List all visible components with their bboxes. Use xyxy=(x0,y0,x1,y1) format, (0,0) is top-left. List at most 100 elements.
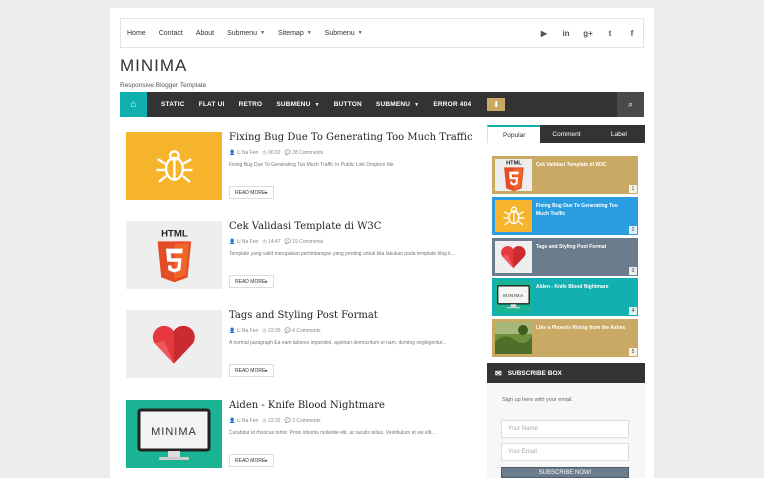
post-title[interactable]: Tags and Styling Post Format xyxy=(229,310,378,321)
popular-title: Aiden - Knife Blood Nightmare xyxy=(536,284,609,290)
post-item: Fixing Bug Due To Generating Too Much Tr… xyxy=(126,132,476,206)
top-nav-label: Home xyxy=(127,29,146,37)
main-nav-item[interactable]: FLAT UI xyxy=(199,101,225,108)
subscribe-heading: ✉ SUBSCRIBE BOX xyxy=(487,363,645,383)
tab-comment[interactable]: Comment xyxy=(540,125,593,143)
post-thumbnail[interactable]: HTML xyxy=(126,221,222,289)
caret-down-icon: ▼ xyxy=(306,30,312,36)
googleplus-icon[interactable]: g+ xyxy=(583,29,593,38)
subscribe-text: Sign up here with your email. xyxy=(502,397,573,403)
post-excerpt: Curabitur id rhoncus tortor. Proin lobor… xyxy=(229,430,436,436)
facebook-icon[interactable]: f xyxy=(627,29,637,38)
top-nav-item[interactable]: Submenu ▼ xyxy=(227,30,265,37)
post-thumbnail[interactable] xyxy=(126,310,222,378)
top-nav-label: Submenu xyxy=(324,29,355,37)
download-button[interactable]: ⬇ xyxy=(487,98,506,111)
post-title[interactable]: Cek Validasi Template di W3C xyxy=(229,221,381,232)
popular-title: Cek Validasi Template di W3C xyxy=(536,162,607,168)
main-nav-label: BUTTON xyxy=(333,101,362,108)
popular-title: Tags and Styling Post Format xyxy=(536,244,607,250)
caret-down-icon: ▼ xyxy=(414,101,420,108)
page-container: Home Contact About Submenu ▼ Sitemap ▼ Submenu ▼… xyxy=(110,8,654,478)
top-nav-item[interactable]: About xyxy=(196,30,214,37)
social-links: ▶ in g+ t f xyxy=(527,29,643,38)
top-nav-item[interactable]: Submenu ▼ xyxy=(325,30,363,37)
name-field[interactable]: Your Name xyxy=(501,420,629,438)
site-title[interactable]: MINIMA xyxy=(120,56,206,76)
top-nav-item[interactable]: Sitemap ▼ xyxy=(278,30,312,37)
subscribe-box: ✉ SUBSCRIBE BOX Sign up here with your e… xyxy=(487,363,645,478)
post-time: ◷ 22:32 xyxy=(262,418,281,424)
popular-rank: 3 xyxy=(629,267,637,275)
brand: MINIMA Responsive Blogger Template xyxy=(120,56,206,89)
linkedin-icon[interactable]: in xyxy=(561,29,571,38)
popular-rank: 1 xyxy=(629,185,637,193)
main-nav-label: STATIC xyxy=(161,101,185,108)
youtube-icon[interactable]: ▶ xyxy=(539,29,549,38)
popular-thumbnail xyxy=(495,200,532,232)
post-author[interactable]: 👤 Li Na Fen xyxy=(229,418,258,424)
caret-down-icon: ▼ xyxy=(314,101,320,108)
main-nav-item[interactable]: RETRO xyxy=(239,101,263,108)
post-meta: 👤 Li Na Fen ◷ 14:47 💬 19 Comments xyxy=(229,239,327,245)
post-author[interactable]: 👤 Li Na Fen xyxy=(229,328,258,334)
popular-thumbnail xyxy=(495,322,532,354)
post-thumbnail[interactable] xyxy=(126,132,222,200)
popular-thumbnail: HTML xyxy=(495,159,532,192)
popular-item[interactable]: Fixing Bug Due To Generating Too Much Tr… xyxy=(492,197,638,235)
search-icon: ⌕ xyxy=(627,99,634,109)
main-nav-item[interactable]: SUBMENU ▼ xyxy=(376,101,419,108)
post-excerpt: Fixing Bug Due To Generating Too Much Tr… xyxy=(229,162,394,168)
download-icon: ⬇ xyxy=(492,100,500,109)
top-nav-item[interactable]: Home xyxy=(127,30,146,37)
tab-popular[interactable]: Popular xyxy=(487,125,541,143)
post-time: ◷ 06:02 xyxy=(262,150,281,156)
svg-text:MINIMA: MINIMA xyxy=(503,293,524,299)
post-thumbnail[interactable]: MINIMA xyxy=(126,400,222,468)
post-comments[interactable]: 💬 3 Comments xyxy=(285,418,321,424)
twitter-icon[interactable]: t xyxy=(605,29,615,38)
top-nav-item[interactable]: Contact xyxy=(159,30,183,37)
subscribe-heading-label: SUBSCRIBE BOX xyxy=(507,369,562,377)
post-item: MINIMA Aiden - Knife Blood Nightmare 👤 Li … xyxy=(126,400,476,474)
email-field[interactable]: Your Email xyxy=(501,443,629,461)
post-title[interactable]: Fixing Bug Due To Generating Too Much Tr… xyxy=(229,132,473,143)
main-nav-item[interactable]: ERROR 404 xyxy=(433,101,471,108)
post-time: ◷ 14:47 xyxy=(262,239,281,245)
post-comments[interactable]: 💬 19 Comments xyxy=(285,239,324,245)
post-excerpt: Template yang valid merupakan pertimbang… xyxy=(229,251,455,257)
read-more-button[interactable]: READ MORE▸ xyxy=(229,186,274,199)
popular-item[interactable]: MINIMA Aiden - Knife Blood Nightmare 4 xyxy=(492,278,638,316)
popular-title: Fixing Bug Due To Generating Too Much Tr… xyxy=(536,203,618,217)
main-nav-label: ERROR 404 xyxy=(433,101,472,108)
tab-label[interactable]: Label xyxy=(592,125,645,143)
top-bar: Home Contact About Submenu ▼ Sitemap ▼ Submenu ▼… xyxy=(120,18,644,48)
caret-down-icon: ▼ xyxy=(260,30,266,36)
post-author[interactable]: 👤 Li Na Fen xyxy=(229,239,258,245)
search-button[interactable]: ⌕ xyxy=(617,92,644,117)
read-more-button[interactable]: READ MORE▸ xyxy=(229,275,274,288)
read-more-button[interactable]: READ MORE▸ xyxy=(229,364,274,377)
popular-rank: 5 xyxy=(629,348,637,356)
popular-item[interactable]: HTML Cek Validasi Template di W3C 1 xyxy=(492,156,638,194)
post-comments[interactable]: 💬 4 Comments xyxy=(285,328,321,334)
post-author[interactable]: 👤 Li Na Fen xyxy=(229,150,258,156)
popular-item[interactable]: Tags and Styling Post Format 3 xyxy=(492,238,638,276)
main-nav-item[interactable]: BUTTON xyxy=(334,101,362,108)
post-meta: 👤 Li Na Fen ◷ 22:32 💬 3 Comments xyxy=(229,418,325,424)
subscribe-button[interactable]: SUBSCRIBE NOW! xyxy=(501,467,629,478)
main-nav-item[interactable]: SUBMENU ▼ xyxy=(276,101,319,108)
popular-item[interactable]: Like a Phoenix Rising from the Ashes 5 xyxy=(492,319,638,357)
post-meta: 👤 Li Na Fen ◷ 22:35 💬 4 Comments xyxy=(229,328,325,334)
caret-down-icon: ▼ xyxy=(357,30,363,36)
post-comments[interactable]: 💬 28 Comments xyxy=(285,150,324,156)
post-meta: 👤 Li Na Fen ◷ 06:02 💬 28 Comments xyxy=(229,150,327,156)
post-title[interactable]: Aiden - Knife Blood Nightmare xyxy=(229,400,385,411)
envelope-icon: ✉ xyxy=(495,368,502,378)
home-icon: ⌂ xyxy=(130,99,137,110)
read-more-button[interactable]: READ MORE▸ xyxy=(229,454,274,467)
home-button[interactable]: ⌂ xyxy=(120,92,147,117)
popular-rank: 4 xyxy=(629,307,637,315)
main-nav-item[interactable]: STATIC xyxy=(161,101,185,108)
main-nav: ⌂ STATIC FLAT UI RETRO SUBMENU ▼ BUTTON SUBMEN… xyxy=(120,92,644,117)
